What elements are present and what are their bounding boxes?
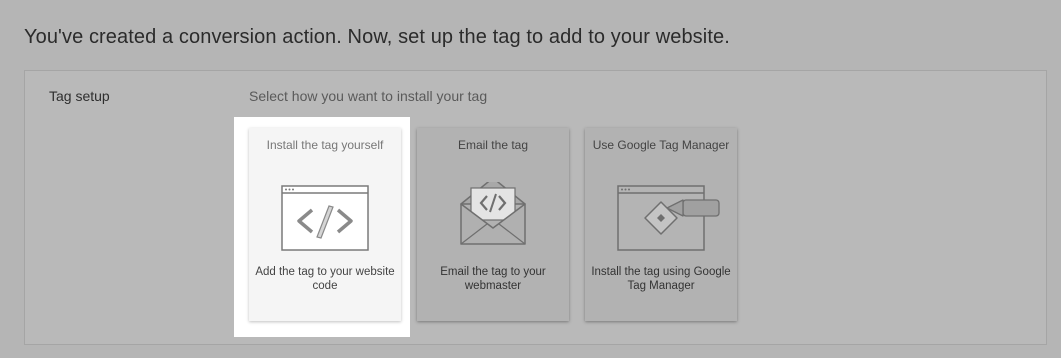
option-title: Email the tag (457, 138, 529, 152)
option-description: Add the tag to your website code (255, 266, 395, 292)
install-method-prompt: Select how you want to install your tag (249, 88, 488, 104)
option-email-tag[interactable]: Email the tag Email the tag to your webm… (417, 128, 569, 321)
option-title: Use Google Tag Manager (592, 138, 730, 152)
option-install-yourself[interactable]: Install the tag yourself Add the tag to … (249, 128, 401, 321)
email-code-icon (460, 182, 526, 245)
page-headline: You've created a conversion action. Now,… (24, 26, 730, 48)
option-google-tag-manager[interactable]: Use Google Tag Manager Install the tag u… (585, 128, 737, 321)
code-browser-icon (281, 185, 369, 251)
option-description: Install the tag using Google Tag Manager (591, 266, 731, 292)
tag-setup-label: Tag setup (49, 88, 110, 104)
option-description: Email the tag to your webmaster (440, 266, 546, 292)
tag-manager-icon (617, 185, 720, 251)
option-title: Install the tag yourself (266, 138, 384, 152)
